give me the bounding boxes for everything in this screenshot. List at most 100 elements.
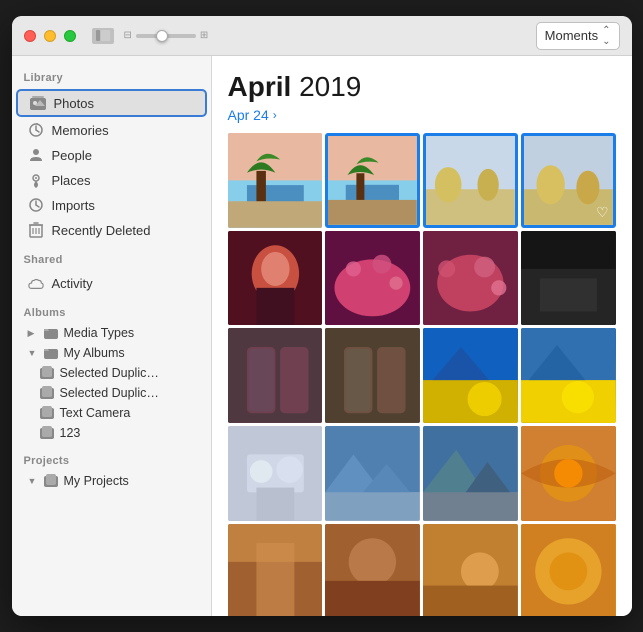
photo-inner [521,328,616,423]
photo-inner [325,328,420,423]
photo-cell[interactable] [228,231,323,326]
places-label: Places [52,173,91,188]
sidebar-item-my-albums[interactable]: ▼ My Albums [12,343,211,363]
sidebar-item-media-types[interactable]: ▶ Media Types [12,323,211,343]
maximize-button[interactable] [64,30,76,42]
photo-cell[interactable] [325,426,420,521]
photo-inner [228,426,323,521]
albums-section-label: Albums [12,301,211,323]
moments-dropdown[interactable]: Moments ⌃⌄ [536,22,620,50]
zoom-slider-container: ⊟ ⊞ [124,30,209,41]
album-icon [40,366,54,380]
album-icon-2 [40,386,54,400]
photo-cell[interactable] [423,524,518,616]
sidebar-toggle-icon[interactable] [92,28,114,44]
sidebar: Library Photos [12,56,212,616]
photo-cell[interactable] [325,524,420,616]
photo-cell[interactable] [423,231,518,326]
month-label: April [228,71,292,102]
photo-grid: ♡ [228,133,616,616]
photo-inner: ♡ [524,136,613,225]
memories-label: Memories [52,123,109,138]
photo-cell[interactable]: ♡ [521,133,616,228]
photo-cell[interactable] [325,231,420,326]
moments-label: Moments [545,28,598,43]
photo-cell[interactable] [228,133,323,228]
zoom-slider-thumb[interactable] [156,30,168,42]
photo-cell[interactable] [228,426,323,521]
photo-inner [423,524,518,616]
media-types-disclosure-icon: ▶ [28,328,38,339]
photo-cell[interactable] [325,133,420,228]
photo-inner [228,133,323,228]
photo-cell[interactable] [521,524,616,616]
projects-folder-icon [44,474,58,488]
places-icon [28,172,44,188]
dropdown-arrow-icon: ⌃⌄ [602,25,610,47]
photo-cell[interactable] [521,426,616,521]
date-subtitle[interactable]: Apr 24 › [228,107,616,123]
folder-icon [44,326,58,340]
trash-icon [28,222,44,238]
recently-deleted-label: Recently Deleted [52,223,151,238]
sidebar-item-selected-duplic-2[interactable]: Selected Duplic… [12,383,211,403]
album-icon-4 [40,426,54,440]
photo-cell[interactable] [423,426,518,521]
cloud-icon [28,275,44,291]
photos-icon [30,95,46,111]
close-button[interactable] [24,30,36,42]
photo-inner [423,328,518,423]
titlebar: ⊟ ⊞ Moments ⌃⌄ [12,16,632,56]
zoom-slider-track[interactable] [136,34,196,38]
photos-label: Photos [54,96,94,111]
chevron-right-icon: › [273,108,277,122]
sidebar-item-my-projects[interactable]: ▼ My Projects [12,471,211,491]
date-header: April 2019 Apr 24 › [228,72,616,123]
photo-inner [228,524,323,616]
date-subtitle-text: Apr 24 [228,107,269,123]
date-title: April 2019 [228,72,616,103]
sidebar-item-places[interactable]: Places [16,168,207,192]
zoom-out-icon: ⊟ [124,30,132,41]
my-albums-label: My Albums [64,346,125,360]
main-content: April 2019 Apr 24 › [212,56,632,616]
minimize-button[interactable] [44,30,56,42]
photo-inner [423,231,518,326]
photo-cell[interactable] [423,133,518,228]
photo-inner [423,426,518,521]
photo-cell[interactable] [228,524,323,616]
photo-cell[interactable] [228,328,323,423]
photo-cell[interactable] [521,231,616,326]
sidebar-item-text-camera[interactable]: Text Camera [12,403,211,423]
media-types-label: Media Types [64,326,135,340]
folder-open-icon [44,346,58,360]
photo-inner [521,426,616,521]
photo-inner [325,231,420,326]
photo-cell[interactable] [325,328,420,423]
people-label: People [52,148,92,163]
my-projects-disclosure-icon: ▼ [28,476,38,486]
my-projects-label: My Projects [64,474,129,488]
sidebar-item-photos[interactable]: Photos [16,89,207,117]
sidebar-item-recently-deleted[interactable]: Recently Deleted [16,218,207,242]
year-label: 2019 [299,71,361,102]
sidebar-item-memories[interactable]: Memories [16,118,207,142]
sidebar-item-123[interactable]: 123 [12,423,211,443]
photo-inner [328,136,417,225]
photo-cell[interactable] [521,328,616,423]
titlebar-controls: ⊟ ⊞ [92,28,209,44]
photo-inner [521,524,616,616]
shared-section-label: Shared [12,248,211,270]
sidebar-item-selected-duplic-1[interactable]: Selected Duplic… [12,363,211,383]
sidebar-item-imports[interactable]: Imports [16,193,207,217]
photo-inner [228,328,323,423]
people-icon [28,147,44,163]
photo-inner [228,231,323,326]
selected-duplic-1-label: Selected Duplic… [60,366,159,380]
heart-badge: ♡ [596,204,609,221]
sidebar-item-people[interactable]: People [16,143,207,167]
photo-cell[interactable] [423,328,518,423]
memories-icon [28,122,44,138]
sidebar-item-activity[interactable]: Activity [16,271,207,295]
activity-label: Activity [52,276,93,291]
